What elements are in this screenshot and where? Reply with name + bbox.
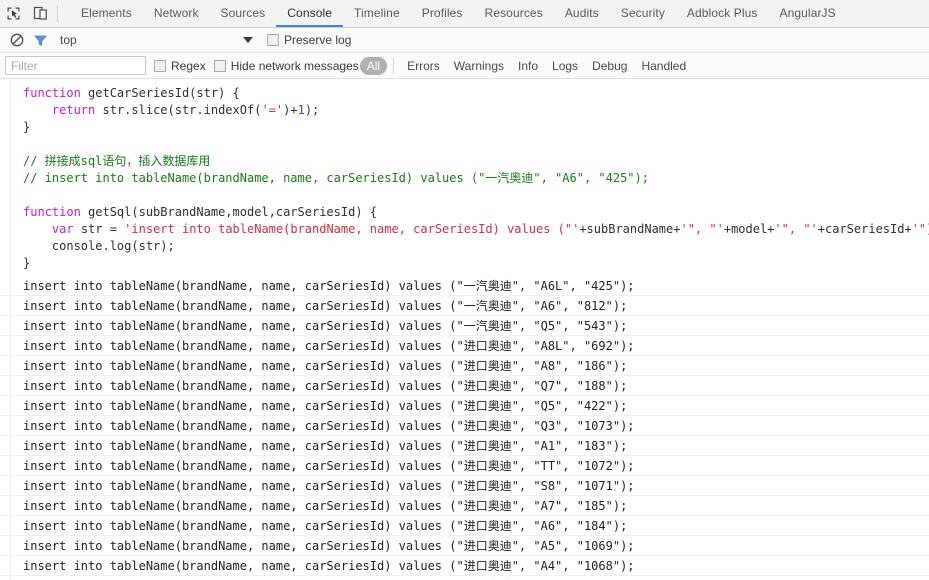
tab-adblock-plus[interactable]: Adblock Plus (676, 0, 769, 27)
tab-timeline[interactable]: Timeline (343, 0, 411, 27)
tab-angularjs[interactable]: AngularJS (769, 0, 847, 27)
tab-security[interactable]: Security (610, 0, 676, 27)
console-log-line: insert into tableName(brandName, name, c… (0, 356, 929, 376)
tab-label: Profiles (421, 5, 463, 20)
regex-label: Regex (171, 58, 206, 73)
regex-checkbox[interactable]: Regex (154, 59, 206, 73)
execution-context-select[interactable]: top (52, 30, 259, 51)
console-filter-bar: Regex Hide network messages All Errors W… (0, 53, 929, 79)
level-filter-handled[interactable]: Handled (634, 59, 693, 73)
console-log-line: insert into tableName(brandName, name, c… (0, 476, 929, 496)
level-filter-errors[interactable]: Errors (400, 59, 447, 73)
tab-label: Adblock Plus (686, 5, 758, 20)
hide-network-messages-label: Hide network messages (230, 58, 359, 73)
console-context-toolbar: top Preserve log (0, 28, 929, 53)
level-filter-debug[interactable]: Debug (585, 59, 634, 73)
tab-elements[interactable]: Elements (70, 0, 143, 27)
level-divider (393, 57, 395, 74)
toolbar-divider (57, 5, 58, 22)
tab-console[interactable]: Console (276, 0, 344, 27)
tab-sources[interactable]: Sources (210, 0, 277, 27)
tab-label: Console (287, 5, 333, 20)
console-log-line: insert into tableName(brandName, name, c… (0, 456, 929, 476)
tab-label: Audits (564, 5, 599, 20)
tab-profiles[interactable]: Profiles (411, 0, 474, 27)
filter-funnel-icon[interactable] (28, 29, 52, 51)
tab-label: Elements (81, 5, 132, 20)
panel-tabs: Elements Network Sources Console Timelin… (64, 0, 847, 27)
tab-label: Security (620, 5, 665, 20)
console-log-line: insert into tableName(brandName, name, c… (0, 396, 929, 416)
console-log-line: insert into tableName(brandName, name, c… (0, 376, 929, 396)
tab-label: Resources (484, 5, 543, 20)
chevron-down-icon (243, 37, 253, 43)
console-input-snippet[interactable]: function getCarSeriesId(str) { return st… (0, 79, 929, 276)
tab-label: Sources (220, 5, 266, 20)
inspect-element-icon[interactable] (0, 0, 27, 27)
hide-network-messages-checkbox[interactable]: Hide network messages (213, 58, 359, 73)
tab-resources[interactable]: Resources (474, 0, 554, 27)
filter-input[interactable] (5, 56, 146, 75)
level-filter-logs[interactable]: Logs (545, 59, 585, 73)
devtools-tabbar: Elements Network Sources Console Timelin… (0, 0, 929, 28)
execution-context-value: top (60, 33, 77, 47)
console-log-line: insert into tableName(brandName, name, c… (0, 516, 929, 536)
console-output-area[interactable]: function getCarSeriesId(str) { return st… (0, 79, 929, 580)
console-log-line: insert into tableName(brandName, name, c… (0, 536, 929, 556)
console-log-line: insert into tableName(brandName, name, c… (0, 276, 929, 296)
checkbox-box (154, 59, 166, 72)
preserve-log-label: Preserve log (284, 33, 352, 47)
checkbox-box (267, 34, 279, 46)
level-filter-all[interactable]: All (359, 56, 388, 75)
console-log-line: insert into tableName(brandName, name, c… (0, 316, 929, 336)
console-log-line: insert into tableName(brandName, name, c… (0, 496, 929, 516)
checkbox-box (213, 59, 226, 72)
tab-audits[interactable]: Audits (554, 0, 610, 27)
preserve-log-checkbox[interactable]: Preserve log (267, 33, 351, 47)
device-toolbar-icon[interactable] (27, 0, 54, 27)
tab-network[interactable]: Network (143, 0, 210, 27)
console-log-line: insert into tableName(brandName, name, c… (0, 336, 929, 356)
console-log-line: insert into tableName(brandName, name, c… (0, 416, 929, 436)
console-log-line: insert into tableName(brandName, name, c… (0, 576, 929, 580)
level-filter-warnings[interactable]: Warnings (447, 59, 511, 73)
console-gutter (10, 79, 11, 580)
tab-label: Timeline (354, 5, 400, 20)
tab-label: Network (153, 5, 199, 20)
console-log-line: insert into tableName(brandName, name, c… (0, 436, 929, 456)
clear-console-icon[interactable] (6, 29, 28, 51)
console-log-list: insert into tableName(brandName, name, c… (0, 276, 929, 580)
console-log-line: insert into tableName(brandName, name, c… (0, 556, 929, 576)
tab-label: AngularJS (779, 5, 836, 20)
level-filter-info[interactable]: Info (511, 59, 545, 73)
console-log-line: insert into tableName(brandName, name, c… (0, 296, 929, 316)
